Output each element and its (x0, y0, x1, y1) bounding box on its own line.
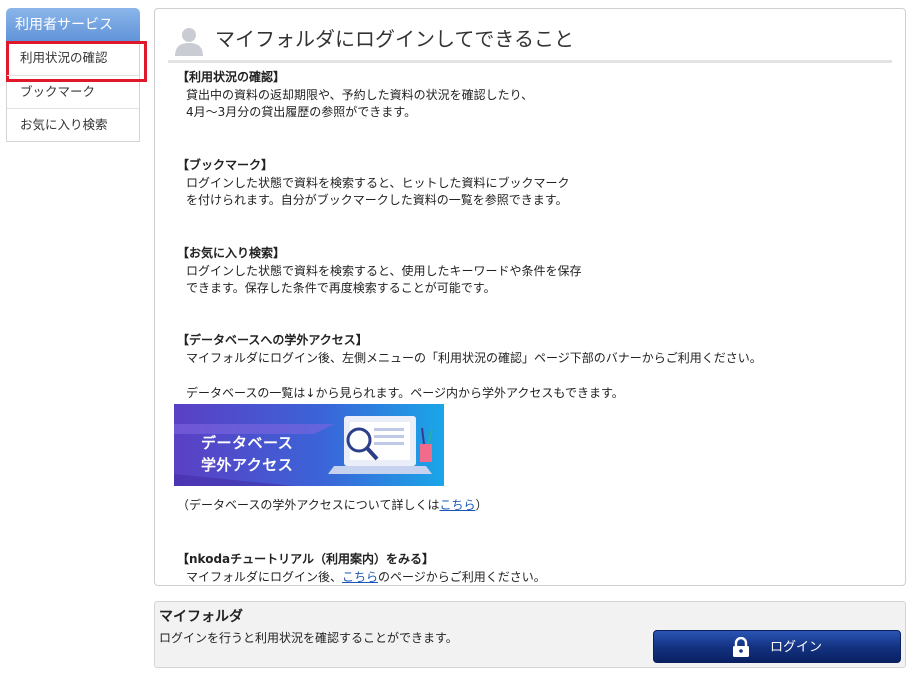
database-note-prefix: （データベースの学外アクセスについて詳しくは (177, 498, 440, 512)
section-bookmark-line: ログインした状態で資料を検索すると、ヒットした資料にブックマーク (186, 175, 570, 190)
login-button[interactable]: ログイン (653, 630, 901, 663)
tutorial-line-prefix: マイフォルダにログイン後、 (186, 569, 343, 584)
section-tutorial-title: 【nkodaチュートリアル（利用案内）をみる】 (177, 552, 435, 566)
section-usage-line: 4月～3月分の貸出履歴の参照ができます。 (186, 105, 417, 119)
section-tutorial-line: マイフォルダにログイン後、こちらのページからご利用ください。 (177, 569, 877, 587)
section-usage: 【利用状況の確認】 貸出中の資料の返却期限や、予約した資料の状況を確認したり、 … (177, 69, 877, 122)
section-bookmark-title: 【ブックマーク】 (177, 158, 274, 172)
section-database-title: 【データベースへの学外アクセス】 (177, 333, 368, 347)
section-favorite: 【お気に入り検索】 ログインした状態で資料を検索すると、使用したキーワードや条件… (177, 245, 877, 298)
lock-icon (733, 637, 749, 657)
section-favorite-line: ログインした状態で資料を検索すると、使用したキーワードや条件を保存 (186, 263, 582, 278)
database-note-suffix: ） (475, 498, 488, 512)
section-database-list-note: データベースの一覧は↓から見られます。ページ内から学外アクセスもできます。 (177, 385, 877, 403)
database-note-text: （データベースの学外アクセスについて詳しくはこちら） (177, 497, 877, 515)
section-bookmark: 【ブックマーク】 ログインした状態で資料を検索すると、ヒットした資料にブックマー… (177, 157, 877, 210)
section-database: 【データベースへの学外アクセス】 マイフォルダにログイン後、左側メニューの「利用… (177, 332, 877, 367)
main-panel: マイフォルダにログインしてできること 【利用状況の確認】 貸出中の資料の返却期限… (154, 8, 906, 586)
my-folder-description: ログインを行うと利用状況を確認することができます。 (159, 631, 458, 645)
section-usage-title: 【利用状況の確認】 (177, 70, 286, 84)
sidebar-header: 利用者サービス (6, 8, 140, 42)
section-database-line: データベースの一覧は↓から見られます。ページ内から学外アクセスもできます。 (186, 386, 624, 400)
database-note: （データベースの学外アクセスについて詳しくはこちら） (177, 497, 877, 515)
section-bookmark-line: を付けられます。自分がブックマークした資料の一覧を参照できます。 (186, 193, 568, 207)
section-favorite-line: できます。保存した条件で再度検索することが可能です。 (186, 281, 496, 295)
banner-line: データベース (201, 434, 294, 452)
database-detail-link[interactable]: こちら (439, 498, 475, 512)
my-folder-title: マイフォルダ (159, 609, 243, 625)
section-tutorial: 【nkodaチュートリアル（利用案内）をみる】 マイフォルダにログイン後、こちら… (177, 551, 877, 586)
section-usage-line: 貸出中の資料の返却期限や、予約した資料の状況を確認したり、 (186, 87, 534, 102)
sidebar-item-bookmark[interactable]: ブックマーク (7, 75, 139, 108)
sidebar: 利用者サービス 利用状況の確認 ブックマーク お気に入り検索 (6, 8, 147, 142)
sidebar-item-usage-status[interactable]: 利用状況の確認 (6, 41, 147, 82)
banner-line: 学外アクセス (201, 456, 294, 474)
section-database-line: マイフォルダにログイン後、左側メニューの「利用状況の確認」ページ下部のバナーから… (186, 350, 762, 365)
database-banner[interactable]: データベース 学外アクセス (174, 404, 444, 486)
banner-text: データベース 学外アクセス (201, 432, 293, 476)
login-label: ログイン (770, 640, 823, 655)
sidebar-item-favorite-search[interactable]: お気に入り検索 (7, 108, 139, 141)
section-favorite-title: 【お気に入り検索】 (177, 246, 286, 260)
user-silhouette-icon (175, 28, 203, 56)
tutorial-link[interactable]: こちら (342, 570, 378, 584)
panel-header: マイフォルダにログインしてできること (168, 19, 892, 63)
tutorial-line-suffix: のページからご利用ください。 (378, 569, 546, 584)
sidebar-list: 利用状況の確認 ブックマーク お気に入り検索 (6, 41, 147, 142)
my-folder-box: マイフォルダ ログインを行うと利用状況を確認することができます。 ログイン (154, 601, 906, 668)
page-title: マイフォルダにログインしてできること (215, 27, 574, 51)
